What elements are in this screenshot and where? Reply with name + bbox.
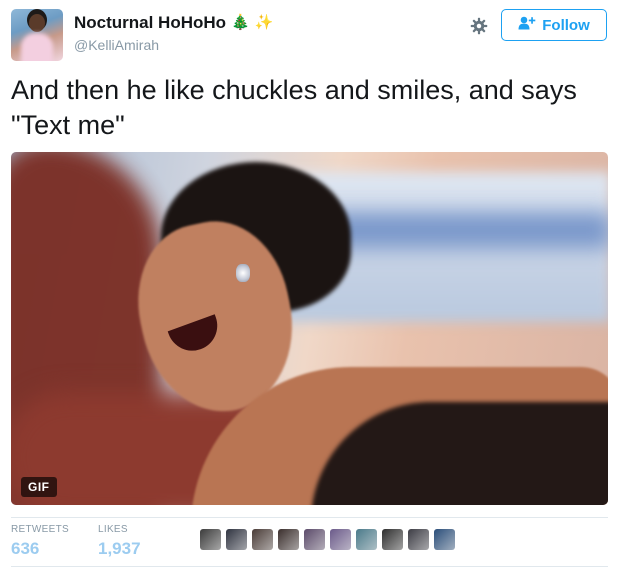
liker-avatars — [200, 529, 455, 550]
gif-badge: GIF — [21, 477, 57, 497]
liker-avatar[interactable] — [278, 529, 299, 550]
avatar-dress — [21, 33, 53, 61]
liker-avatar[interactable] — [226, 529, 247, 550]
media-background-stripe — [311, 212, 608, 248]
follow-button[interactable]: Follow — [501, 9, 607, 41]
stats-bottom-divider — [11, 566, 608, 567]
sparkles-emoji: ✨ — [254, 14, 274, 31]
liker-avatar[interactable] — [252, 529, 273, 550]
liker-avatar[interactable] — [200, 529, 221, 550]
liker-avatar[interactable] — [356, 529, 377, 550]
likes-count: 1,937 — [98, 539, 141, 558]
user-handle[interactable]: @KelliAmirah — [74, 37, 159, 53]
gif-media[interactable]: GIF — [11, 152, 608, 505]
liker-avatar[interactable] — [434, 529, 455, 550]
follow-person-plus-icon — [518, 16, 536, 34]
retweets-count: 636 — [11, 539, 40, 558]
display-name[interactable]: Nocturnal HoHoHo — [74, 13, 226, 33]
likes-stat[interactable]: LIKES 1,937 — [98, 524, 141, 559]
media-earring — [236, 264, 250, 282]
stats-top-divider — [11, 517, 608, 518]
avatar-head — [29, 14, 45, 32]
retweets-label: RETWEETS — [11, 524, 69, 535]
liker-avatar[interactable] — [408, 529, 429, 550]
user-avatar[interactable] — [11, 9, 63, 61]
liker-avatar[interactable] — [382, 529, 403, 550]
name-row: Nocturnal HoHoHo 🎄 ✨ — [74, 13, 273, 33]
likes-label: LIKES — [98, 524, 128, 535]
follow-label: Follow — [542, 16, 590, 34]
christmas-tree-emoji: 🎄 — [231, 14, 250, 31]
liker-avatar[interactable] — [304, 529, 325, 550]
tweet-text: And then he like chuckles and smiles, an… — [11, 75, 577, 140]
gear-icon[interactable] — [470, 17, 488, 35]
retweets-stat[interactable]: RETWEETS 636 — [11, 524, 69, 559]
liker-avatar[interactable] — [330, 529, 351, 550]
